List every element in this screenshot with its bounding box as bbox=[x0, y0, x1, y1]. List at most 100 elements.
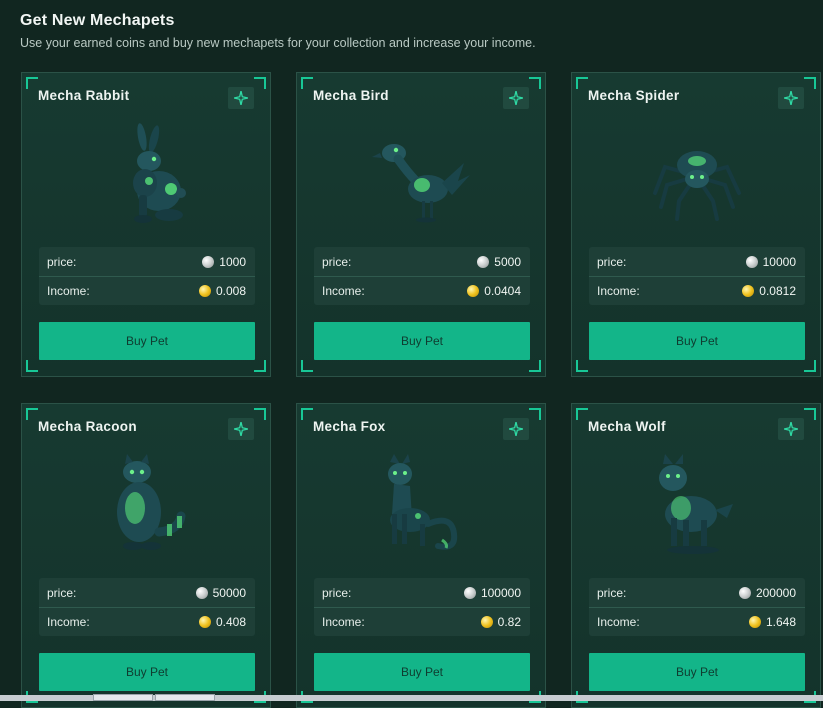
income-value: 0.0404 bbox=[467, 284, 521, 298]
page-subtitle: Use your earned coins and buy new mechap… bbox=[20, 36, 536, 50]
pet-card: Mecha Rabbit price: 1000 Income: 0.008 B… bbox=[21, 72, 271, 377]
silver-coin-icon bbox=[477, 256, 490, 268]
corner-bracket bbox=[804, 408, 816, 420]
income-amount: 0.0404 bbox=[484, 284, 521, 298]
buy-pet-button[interactable]: Buy Pet bbox=[314, 322, 530, 360]
price-label: price: bbox=[322, 586, 352, 600]
racoon-icon bbox=[117, 454, 186, 550]
corner-bracket bbox=[576, 408, 588, 420]
pet-name: Mecha Rabbit bbox=[38, 88, 130, 103]
corner-bracket bbox=[254, 360, 266, 372]
sparkle-button[interactable] bbox=[503, 87, 529, 109]
price-row: price: 1000 bbox=[39, 247, 255, 277]
pet-stats: price: 100000 Income: 0.82 bbox=[314, 578, 530, 636]
buy-pet-button[interactable]: Buy Pet bbox=[314, 653, 530, 691]
corner-bracket bbox=[301, 77, 313, 89]
income-value: 0.82 bbox=[480, 615, 521, 629]
income-label: Income: bbox=[47, 284, 90, 298]
pet-name: Mecha Bird bbox=[313, 88, 389, 103]
pet-stats: price: 200000 Income: 1.648 bbox=[589, 578, 805, 636]
buy-pet-button[interactable]: Buy Pet bbox=[39, 653, 255, 691]
pet-name: Mecha Racoon bbox=[38, 419, 137, 434]
corner-bracket bbox=[301, 360, 313, 372]
gold-coin-icon bbox=[742, 285, 755, 297]
corner-bracket bbox=[529, 77, 541, 89]
sparkle-button[interactable] bbox=[778, 418, 804, 440]
income-label: Income: bbox=[322, 615, 365, 629]
silver-coin-icon bbox=[745, 256, 758, 268]
income-row: Income: 0.82 bbox=[314, 607, 530, 636]
pet-card: Mecha Racoon price: 50000 Income: 0.408 … bbox=[21, 403, 271, 708]
gold-coin-icon bbox=[467, 285, 480, 297]
pet-stats: price: 50000 Income: 0.408 bbox=[39, 578, 255, 636]
income-amount: 1.648 bbox=[765, 615, 796, 629]
pet-name: Mecha Wolf bbox=[588, 419, 666, 434]
pet-card: Mecha Spider price: 10000 Income: 0.0812… bbox=[571, 72, 821, 377]
taskbar-tab[interactable] bbox=[155, 694, 215, 701]
price-row: price: 100000 bbox=[314, 578, 530, 608]
price-value: 5000 bbox=[477, 255, 521, 269]
page-header: Get New Mechapets Use your earned coins … bbox=[20, 12, 536, 50]
sparkle-button[interactable] bbox=[503, 418, 529, 440]
spider-icon bbox=[653, 151, 741, 221]
income-row: Income: 0.0404 bbox=[314, 276, 530, 305]
price-label: price: bbox=[597, 255, 627, 269]
fox-icon bbox=[388, 454, 458, 550]
silver-coin-icon bbox=[738, 587, 751, 599]
buy-pet-button[interactable]: Buy Pet bbox=[589, 653, 805, 691]
bird-icon bbox=[372, 144, 470, 223]
pet-card: Mecha Bird price: 5000 Income: 0.0404 Bu… bbox=[296, 72, 546, 377]
sparkle-button[interactable] bbox=[228, 87, 254, 109]
price-row: price: 200000 bbox=[589, 578, 805, 608]
income-amount: 0.008 bbox=[215, 284, 246, 298]
price-value: 100000 bbox=[463, 586, 521, 600]
corner-bracket bbox=[26, 360, 38, 372]
buy-pet-button[interactable]: Buy Pet bbox=[39, 322, 255, 360]
price-row: price: 5000 bbox=[314, 247, 530, 277]
pet-card: Mecha Fox price: 100000 Income: 0.82 Buy… bbox=[296, 403, 546, 708]
corner-bracket bbox=[529, 408, 541, 420]
sparkle-icon bbox=[784, 91, 798, 105]
pet-name: Mecha Spider bbox=[588, 88, 680, 103]
sparkle-icon bbox=[234, 422, 248, 436]
corner-bracket bbox=[576, 360, 588, 372]
corner-bracket bbox=[26, 77, 38, 89]
price-row: price: 10000 bbox=[589, 247, 805, 277]
sparkle-icon bbox=[509, 422, 523, 436]
price-row: price: 50000 bbox=[39, 578, 255, 608]
income-row: Income: 0.008 bbox=[39, 276, 255, 305]
sparkle-button[interactable] bbox=[778, 87, 804, 109]
price-value: 200000 bbox=[738, 586, 796, 600]
income-value: 1.648 bbox=[748, 615, 796, 629]
price-amount: 50000 bbox=[212, 586, 246, 600]
price-label: price: bbox=[47, 586, 77, 600]
corner-bracket bbox=[254, 408, 266, 420]
rabbit-icon bbox=[133, 123, 186, 223]
income-amount: 0.408 bbox=[215, 615, 246, 629]
income-row: Income: 1.648 bbox=[589, 607, 805, 636]
gold-coin-icon bbox=[198, 616, 211, 628]
sparkle-icon bbox=[234, 91, 248, 105]
corner-bracket bbox=[254, 77, 266, 89]
price-amount: 100000 bbox=[480, 586, 521, 600]
price-value: 50000 bbox=[195, 586, 246, 600]
income-value: 0.008 bbox=[198, 284, 246, 298]
taskbar-tab[interactable] bbox=[93, 694, 153, 701]
sparkle-button[interactable] bbox=[228, 418, 254, 440]
silver-coin-icon bbox=[463, 587, 476, 599]
gold-coin-icon bbox=[748, 616, 761, 628]
income-amount: 0.0812 bbox=[759, 284, 796, 298]
income-value: 0.0812 bbox=[742, 284, 796, 298]
corner-bracket bbox=[804, 360, 816, 372]
sparkle-icon bbox=[784, 422, 798, 436]
pet-stats: price: 10000 Income: 0.0812 bbox=[589, 247, 805, 305]
corner-bracket bbox=[26, 408, 38, 420]
price-label: price: bbox=[597, 586, 627, 600]
buy-pet-button[interactable]: Buy Pet bbox=[589, 322, 805, 360]
price-value: 1000 bbox=[202, 255, 246, 269]
gold-coin-icon bbox=[480, 616, 493, 628]
income-label: Income: bbox=[47, 615, 90, 629]
gold-coin-icon bbox=[198, 285, 211, 297]
income-label: Income: bbox=[597, 284, 640, 298]
price-value: 10000 bbox=[745, 255, 796, 269]
